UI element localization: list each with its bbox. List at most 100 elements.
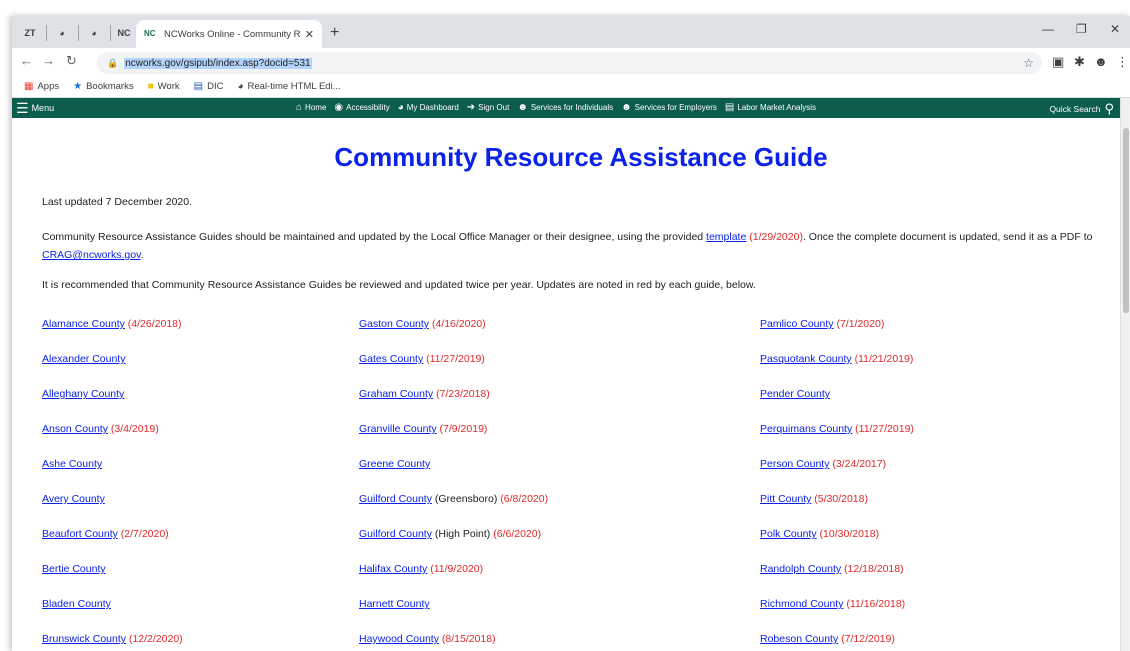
accessibility-icon: ◉ xyxy=(334,102,344,113)
county-list-item: Gaston County (4/16/2020) xyxy=(359,318,548,353)
scrollbar-thumb[interactable] xyxy=(1123,128,1129,313)
bookmark-label: Apps xyxy=(37,81,60,92)
kebab-menu-icon[interactable]: ⋮ xyxy=(1116,54,1129,70)
page-title: Community Resource Assistance Guide xyxy=(334,142,828,172)
template-link[interactable]: template xyxy=(706,231,746,243)
nav-label: Accessibility xyxy=(346,103,390,112)
county-link[interactable]: Brunswick County xyxy=(42,633,126,645)
ncworks-favicon: NC xyxy=(144,29,156,38)
browser-window: ZT ◕ ◕ NC NC NCWorks Online - Community … xyxy=(12,16,1130,651)
bookmark-dic[interactable]: ▤ DIC xyxy=(194,81,224,92)
county-column-1: Alamance County (4/26/2018) Alexander Cou… xyxy=(42,318,183,651)
nav-home[interactable]: ⌂ Home xyxy=(296,102,326,113)
county-link[interactable]: Bertie County xyxy=(42,563,106,575)
county-link[interactable]: Granville County xyxy=(359,423,437,435)
nav-services-individuals[interactable]: ☻ Services for Individuals xyxy=(517,102,613,113)
quick-search[interactable]: Quick Search ⚲ xyxy=(1049,101,1114,117)
county-link[interactable]: Pender County xyxy=(760,388,830,400)
county-link[interactable]: Greene County xyxy=(359,458,430,470)
county-link[interactable]: Perquimans County xyxy=(760,423,852,435)
county-link[interactable]: Pitt County xyxy=(760,493,811,505)
county-list-item: Bladen County xyxy=(42,598,183,633)
nav-services-employers[interactable]: ☻ Services for Employers xyxy=(621,102,717,113)
extension-icon[interactable]: ▣ xyxy=(1052,54,1064,70)
county-link[interactable]: Beaufort County xyxy=(42,528,118,540)
county-update-date: (5/30/2018) xyxy=(811,493,868,505)
tab-active[interactable]: NC NCWorks Online - Community R ✕ xyxy=(136,20,322,48)
county-link[interactable]: Randolph County xyxy=(760,563,841,575)
county-link[interactable]: Gaston County xyxy=(359,318,429,330)
puzzle-icon[interactable]: ✱ xyxy=(1074,54,1085,70)
county-link[interactable]: Robeson County xyxy=(760,633,838,645)
county-link[interactable]: Halifax County xyxy=(359,563,427,575)
county-link[interactable]: Guilford County xyxy=(359,528,432,540)
tab-divider xyxy=(110,25,111,41)
county-link[interactable]: Gates County xyxy=(359,353,423,365)
county-list-item: Brunswick County (12/2/2020) xyxy=(42,633,183,651)
nav-label: Labor Market Analysis xyxy=(737,103,817,112)
minimize-button[interactable]: — xyxy=(1042,22,1054,36)
apps-grid-icon: ▦ xyxy=(24,81,34,92)
nav-sign-out[interactable]: ➜ Sign Out xyxy=(467,102,510,113)
bookmark-bookmarks[interactable]: ★ Bookmarks xyxy=(73,81,133,92)
profile-icon[interactable]: ☻ xyxy=(1094,54,1108,69)
bookmark-star-icon[interactable]: ☆ xyxy=(1023,56,1034,70)
users-icon: ☻ xyxy=(621,102,632,113)
county-link[interactable]: Pasquotank County xyxy=(760,353,852,365)
county-update-date: (7/9/2019) xyxy=(436,423,488,435)
reload-button[interactable]: ↻ xyxy=(66,53,77,69)
address-bar[interactable]: 🔒 ncworks.gov/gsipub/index.asp?docid=531… xyxy=(97,52,1042,74)
pinned-tab-nc[interactable]: NC xyxy=(114,22,134,44)
pinned-tab-zt[interactable]: ZT xyxy=(20,22,40,44)
county-link[interactable]: Ashe County xyxy=(42,458,102,470)
county-link[interactable]: Pamlico County xyxy=(760,318,834,330)
county-list-item: Guilford County (High Point) (6/6/2020) xyxy=(359,528,548,563)
county-link[interactable]: Alleghany County xyxy=(42,388,124,400)
menu-button[interactable]: ☰ Menu xyxy=(16,101,54,115)
bookmark-work[interactable]: ■ Work xyxy=(148,81,180,92)
pinned-tab-globe[interactable]: ◕ xyxy=(52,22,72,44)
county-link[interactable]: Harnett County xyxy=(359,598,430,610)
county-link[interactable]: Haywood County xyxy=(359,633,439,645)
instructions-text: . xyxy=(140,249,144,261)
forward-button[interactable]: → xyxy=(42,53,55,68)
sign-out-icon: ➜ xyxy=(466,102,476,113)
page-scrollbar[interactable] xyxy=(1120,98,1130,651)
county-update-date: (7/23/2018) xyxy=(433,388,490,400)
browser-toolbar: ← → ↻ 🔒 ncworks.gov/gsipub/index.asp?doc… xyxy=(12,48,1130,76)
county-link[interactable]: Bladen County xyxy=(42,598,111,610)
bookmark-html-editor[interactable]: ◕ Real-time HTML Edi... xyxy=(237,81,340,92)
folder-icon: ■ xyxy=(147,81,154,92)
bookmark-label: Work xyxy=(157,81,180,92)
close-window-button[interactable]: ✕ xyxy=(1110,22,1120,36)
county-link[interactable]: Alamance County xyxy=(42,318,125,330)
nav-accessibility[interactable]: ◉ Accessibility xyxy=(334,102,389,113)
county-link[interactable]: Richmond County xyxy=(760,598,843,610)
county-update-date: (11/21/2019) xyxy=(851,353,914,365)
county-update-date: (11/27/2019) xyxy=(852,423,914,435)
nav-labor-market[interactable]: ▤ Labor Market Analysis xyxy=(725,102,816,113)
chart-icon: ▤ xyxy=(724,102,735,113)
crag-email-link[interactable]: CRAG@ncworks.gov xyxy=(42,249,141,261)
url-text[interactable]: ncworks.gov/gsipub/index.asp?docid=531 xyxy=(124,57,312,69)
county-link[interactable]: Graham County xyxy=(359,388,433,400)
county-link[interactable]: Guilford County xyxy=(359,493,432,505)
new-tab-button[interactable]: + xyxy=(330,24,339,42)
user-icon: ☻ xyxy=(517,102,528,113)
county-link[interactable]: Avery County xyxy=(42,493,105,505)
restore-button[interactable]: ❐ xyxy=(1076,22,1087,36)
pinned-tab-globe-2[interactable]: ◕ xyxy=(84,22,104,44)
county-link[interactable]: Alexander County xyxy=(42,353,125,365)
bookmark-label: Real-time HTML Edi... xyxy=(247,81,341,92)
tab-title: NCWorks Online - Community R xyxy=(164,28,301,40)
county-link[interactable]: Anson County xyxy=(42,423,108,435)
back-button[interactable]: ← xyxy=(20,53,33,68)
bookmark-apps[interactable]: ▦ Apps xyxy=(24,81,59,92)
nav-my-dashboard[interactable]: ◕ My Dashboard xyxy=(398,102,459,113)
instructions-text: . Once the complete document is updated,… xyxy=(802,231,1093,243)
county-update-date: (11/27/2019) xyxy=(423,353,485,365)
close-tab-icon[interactable]: ✕ xyxy=(305,28,314,41)
county-link[interactable]: Person County xyxy=(760,458,829,470)
county-link[interactable]: Polk County xyxy=(760,528,817,540)
county-list-item: Alleghany County xyxy=(42,388,183,423)
